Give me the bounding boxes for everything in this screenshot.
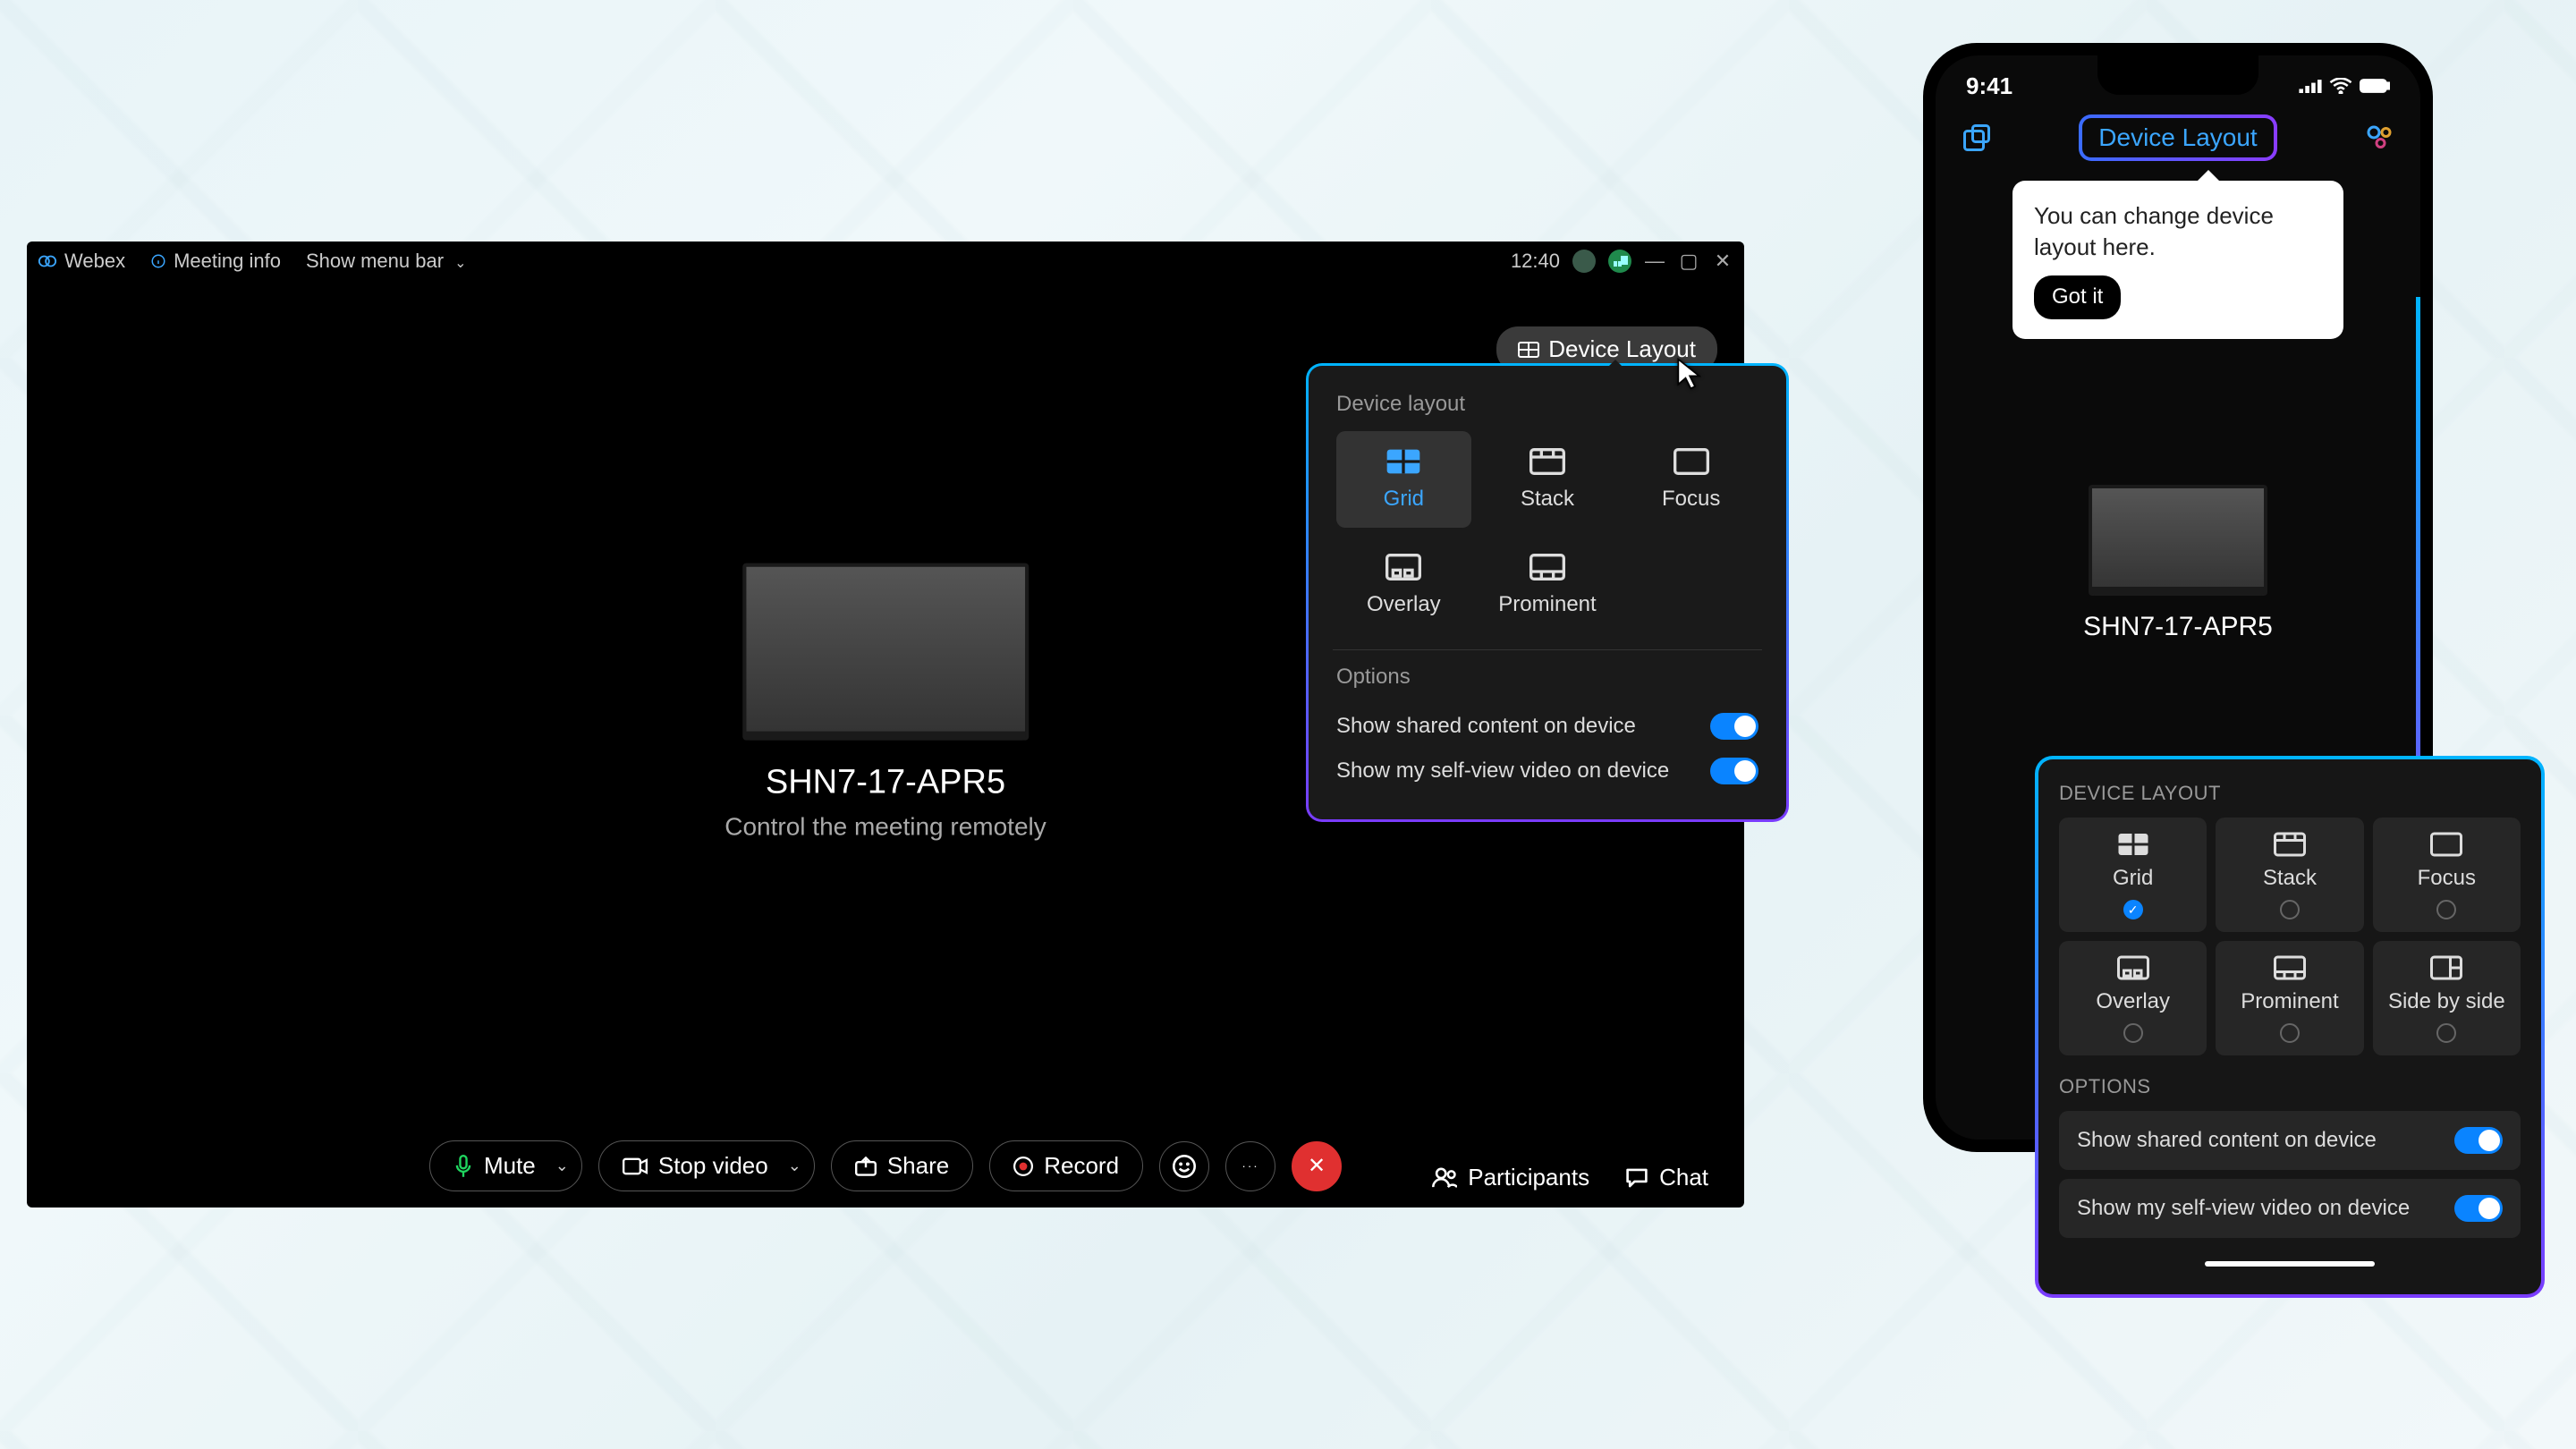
radio-icon [2436, 1023, 2456, 1043]
record-icon [1013, 1157, 1033, 1176]
status-time: 9:41 [1966, 72, 2012, 100]
smile-icon [1173, 1155, 1196, 1178]
device-name: SHN7-17-APR5 [1936, 612, 2420, 642]
layout-option-overlay[interactable]: Overlay [1336, 537, 1471, 633]
chat-icon [1625, 1167, 1648, 1189]
cursor-icon [1676, 356, 1701, 392]
stack-icon [1530, 447, 1565, 476]
show-menu-bar[interactable]: Show menu bar ⌄ [306, 250, 467, 273]
toggle-shared-content[interactable] [2454, 1127, 2503, 1154]
stack-icon [2274, 832, 2306, 857]
reactions-button[interactable] [1159, 1141, 1209, 1191]
more-button[interactable]: ··· [1225, 1141, 1275, 1191]
chevron-down-icon: ⌄ [555, 1157, 569, 1175]
option-shared-content: Show shared content on device [2059, 1111, 2521, 1170]
phone-navbar: Device Layout [1936, 104, 2420, 172]
people-icon[interactable] [2363, 122, 2395, 154]
video-icon [623, 1157, 648, 1175]
panel-title: DEVICE LAYOUT [2059, 782, 2521, 805]
device-thumbnail-icon [742, 564, 1029, 741]
grid-icon [2117, 832, 2149, 857]
overlay-icon [1385, 553, 1421, 581]
device-layout-chip[interactable]: Device Layout [2079, 114, 2276, 161]
network-quality-icon[interactable] [1608, 250, 1631, 273]
radio-selected-icon [2123, 900, 2143, 919]
layout-option-focus[interactable]: Focus [1623, 431, 1758, 528]
chevron-down-icon: ⌄ [454, 256, 466, 271]
radio-icon [2280, 1023, 2300, 1043]
radio-icon [2123, 1023, 2143, 1043]
close-button[interactable]: ✕ [1712, 250, 1733, 273]
layout-option-overlay[interactable]: Overlay [2059, 941, 2207, 1055]
device-layout-popover: Device layout Grid Stack Focus Overlay P… [1311, 369, 1784, 817]
option-self-view: Show my self-view video on device [2059, 1179, 2521, 1238]
layout-option-prominent[interactable]: Prominent [1480, 537, 1615, 633]
grid-icon [1518, 341, 1539, 359]
brand: Webex [38, 250, 125, 273]
layout-option-focus[interactable]: Focus [2373, 818, 2521, 932]
tooltip-text: You can change device layout here. [2034, 200, 2322, 263]
mute-button[interactable]: Mute ⌄ [429, 1140, 582, 1191]
layout-option-stack[interactable]: Stack [2216, 818, 2363, 932]
mic-icon [453, 1155, 473, 1178]
desktop-window: Webex Meeting info Show menu bar ⌄ 12:40… [27, 242, 1744, 1208]
layout-option-grid[interactable]: Grid [1336, 431, 1471, 528]
grid-icon [1385, 447, 1421, 476]
option-self-view: Show my self-view video on device [1336, 749, 1758, 793]
wifi-icon [2329, 78, 2352, 94]
chat-button[interactable]: Chat [1625, 1164, 1708, 1191]
participants-button[interactable]: Participants [1432, 1164, 1589, 1191]
tooltip-gotit-button[interactable]: Got it [2034, 275, 2121, 318]
layout-option-prominent[interactable]: Prominent [2216, 941, 2363, 1055]
meeting-info[interactable]: Meeting info [150, 250, 281, 273]
minimize-icon[interactable] [1961, 122, 1993, 154]
option-shared-content: Show shared content on device [1336, 704, 1758, 749]
focus-icon [2430, 832, 2462, 857]
prominent-icon [1530, 553, 1565, 581]
participants-icon [1432, 1167, 1457, 1189]
end-call-button[interactable]: ✕ [1292, 1141, 1342, 1191]
device-subtitle: Control the meeting remotely [724, 813, 1046, 842]
phone-notch [2097, 55, 2258, 95]
radio-icon [2436, 900, 2456, 919]
minimize-button[interactable]: — [1644, 250, 1665, 273]
options-header: Options [1336, 665, 1758, 690]
overlay-icon [2117, 955, 2149, 980]
radio-icon [2280, 900, 2300, 919]
options-header: OPTIONS [2059, 1075, 2521, 1098]
layout-option-grid[interactable]: Grid [2059, 818, 2207, 932]
record-button[interactable]: Record [989, 1140, 1143, 1191]
battery-icon [2360, 79, 2390, 93]
device-thumbnail-icon [2089, 485, 2267, 596]
toggle-self-view[interactable] [1710, 758, 1758, 784]
titlebar: Webex Meeting info Show menu bar ⌄ 12:40… [27, 242, 1744, 281]
stop-video-button[interactable]: Stop video ⌄ [598, 1140, 815, 1191]
share-icon [855, 1157, 877, 1176]
mobile-layout-panel: DEVICE LAYOUT Grid Stack Focus Overlay P… [2039, 760, 2540, 1293]
paired-device: SHN7-17-APR5 Control the meeting remotel… [724, 564, 1046, 842]
right-call-controls: Participants Chat [1432, 1164, 1708, 1191]
share-button[interactable]: Share [831, 1140, 973, 1191]
maximize-button[interactable]: ▢ [1678, 250, 1699, 273]
toggle-shared-content[interactable] [1710, 713, 1758, 740]
clock: 12:40 [1511, 250, 1560, 273]
layout-option-side-by-side[interactable]: Side by side [2373, 941, 2521, 1055]
toggle-self-view[interactable] [2454, 1195, 2503, 1222]
popover-title: Device layout [1336, 392, 1758, 417]
chevron-down-icon: ⌄ [788, 1157, 801, 1175]
cellular-icon [2299, 79, 2322, 93]
tooltip-card: You can change device layout here. Got i… [2012, 181, 2343, 339]
layout-option-stack[interactable]: Stack [1480, 431, 1615, 528]
brand-label: Webex [64, 250, 125, 273]
close-icon: ✕ [1308, 1153, 1326, 1179]
encryption-icon[interactable] [1572, 250, 1596, 273]
home-indicator[interactable] [2205, 1261, 2375, 1267]
focus-icon [1674, 447, 1709, 476]
prominent-icon [2274, 955, 2306, 980]
more-icon: ··· [1241, 1159, 1258, 1173]
phone-paired-device: SHN7-17-APR5 [1936, 485, 2420, 642]
device-name: SHN7-17-APR5 [724, 764, 1046, 802]
side-by-side-icon [2430, 955, 2462, 980]
